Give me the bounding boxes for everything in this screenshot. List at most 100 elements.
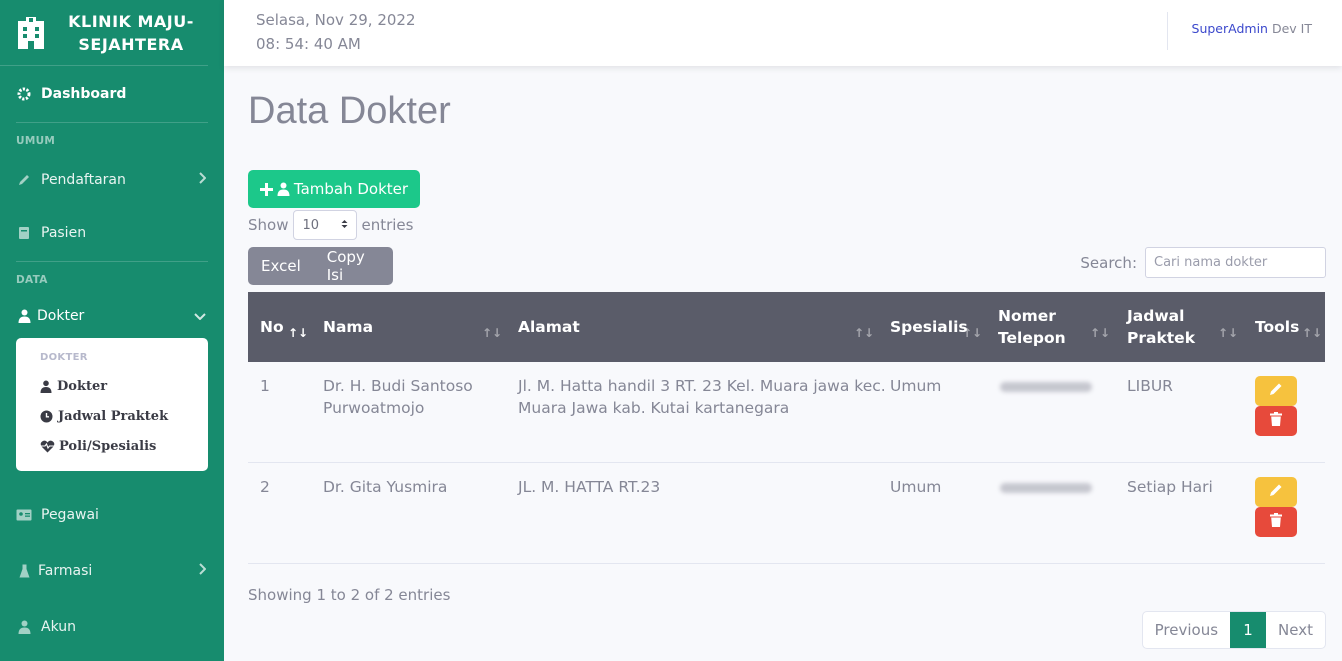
sidebar-item-pegawai[interactable]: Pegawai: [0, 487, 224, 543]
cell-spesialis: Umum: [890, 478, 942, 496]
user-doctor-icon: [16, 308, 32, 324]
clock-icon: [40, 410, 54, 423]
sort-icon: ↑↓: [1090, 326, 1111, 340]
sidebar-item-label: Farmasi: [38, 563, 93, 579]
sort-icon: ↑↓: [482, 326, 503, 340]
cell-telepon-redacted: [1000, 382, 1092, 392]
user-role: SuperAdmin: [1191, 21, 1268, 36]
column-header-telepon[interactable]: Nomer Telepon: [998, 292, 1066, 362]
sidebar-item-pasien[interactable]: Pasien: [0, 205, 224, 261]
trash-icon: [1270, 412, 1282, 430]
hospital-icon: [16, 16, 46, 49]
topbar-divider: [1167, 12, 1168, 50]
brand[interactable]: KLINIK MAJU-SEJAHTERA: [0, 0, 208, 66]
submenu-label: Poli/Spesialis: [59, 438, 157, 454]
delete-button[interactable]: [1255, 507, 1297, 537]
user-icon: [16, 619, 32, 635]
sort-icon: ↑↓: [1302, 326, 1323, 340]
sort-icon: ↑↓: [1218, 326, 1239, 340]
search-input[interactable]: Cari nama dokter: [1145, 247, 1326, 278]
current-date: Selasa, Nov 29, 2022: [256, 11, 416, 29]
cell-telepon-redacted: [1000, 483, 1092, 493]
sidebar-item-label: Dashboard: [41, 86, 127, 102]
sidebar-item-dashboard[interactable]: Dashboard: [0, 66, 224, 122]
column-header-jadwal[interactable]: Jadwal Praktek: [1127, 292, 1195, 362]
delete-button[interactable]: [1255, 406, 1297, 436]
cell-jadwal: LIBUR: [1127, 377, 1173, 395]
pencil-icon: [1269, 483, 1283, 501]
export-button-group: Excel Copy Isi: [248, 247, 393, 285]
column-header-alamat[interactable]: Alamat: [518, 292, 580, 362]
column-header-no[interactable]: No: [260, 292, 284, 362]
flask-icon: [16, 563, 32, 579]
column-header-nama[interactable]: Nama: [323, 292, 373, 362]
cell-no: 1: [260, 377, 270, 395]
entries-label: entries: [361, 216, 414, 234]
id-card-icon: [16, 507, 32, 523]
plus-icon: [259, 182, 273, 196]
column-header-spesialis[interactable]: Spesialis: [890, 292, 968, 362]
pagination: Previous 1 Next: [1141, 611, 1326, 649]
sidebar-heading-data: DATA: [16, 274, 48, 286]
submenu-label: Jadwal Praktek: [58, 408, 169, 424]
heartbeat-icon: [40, 440, 56, 453]
sort-asc-icon: ↑↓: [288, 326, 309, 340]
pencil-icon: [1269, 382, 1283, 400]
chevron-right-icon: [198, 172, 207, 188]
user-menu[interactable]: SuperAdmin Dev IT: [1192, 21, 1312, 36]
excel-button[interactable]: Excel: [248, 257, 314, 275]
search-control: Search: Cari nama dokter: [1080, 247, 1326, 278]
table-row: 2 Dr. Gita Yusmira JL. M. HATTA RT.23 Um…: [248, 463, 1325, 564]
add-doctor-button[interactable]: Tambah Dokter: [248, 170, 420, 208]
sort-icon: ↑↓: [854, 326, 875, 340]
sidebar-item-label: Pegawai: [41, 507, 99, 523]
add-doctor-label: Tambah Dokter: [293, 180, 409, 198]
sidebar-item-label: Pasien: [41, 225, 87, 241]
datetime: Selasa, Nov 29, 2022 08: 54: 40 AM: [256, 8, 416, 56]
next-button[interactable]: Next: [1266, 612, 1325, 648]
submenu-label: Dokter: [57, 378, 108, 394]
brand-name: KLINIK MAJU-SEJAHTERA: [68, 11, 194, 54]
column-header-tools: Tools: [1255, 318, 1300, 336]
user-doctor-icon: [40, 380, 54, 393]
edit-button[interactable]: [1255, 477, 1297, 507]
submenu-item-dokter[interactable]: Dokter: [40, 371, 208, 401]
cell-alamat: Jl. M. Hatta handil 3 RT. 23 Kel. Muara …: [518, 377, 886, 417]
edit-button[interactable]: [1255, 376, 1297, 406]
sidebar-item-pendaftaran[interactable]: Pendaftaran: [0, 155, 224, 205]
previous-button[interactable]: Previous: [1143, 612, 1230, 648]
pencil-icon: [16, 172, 32, 188]
table-header: No ↑↓ Nama ↑↓ Alamat ↑↓ Spesialis ↑↓ Nom…: [248, 292, 1325, 362]
book-icon: [16, 225, 32, 241]
user-doctor-icon: [277, 182, 290, 196]
copy-button[interactable]: Copy Isi: [314, 248, 393, 284]
cell-nama: Dr. H. Budi Santoso Purwoatmojo: [323, 377, 473, 417]
dokter-submenu: DOKTER Dokter Jadwal Praktek Poli/Spesia…: [16, 338, 208, 471]
select-arrows-icon: [341, 218, 348, 233]
sidebar-item-akun[interactable]: Akun: [0, 599, 224, 655]
sidebar-item-farmasi[interactable]: Farmasi: [0, 543, 224, 599]
chevron-down-icon: [194, 308, 206, 324]
sidebar-item-dokter[interactable]: Dokter: [0, 294, 224, 338]
sidebar-heading-umum: UMUM: [16, 135, 56, 147]
topbar: Selasa, Nov 29, 2022 08: 54: 40 AM Super…: [224, 0, 1342, 66]
search-label: Search:: [1080, 253, 1137, 272]
cell-alamat: JL. M. HATTA RT.23: [518, 478, 661, 496]
cell-nama: Dr. Gita Yusmira: [323, 478, 448, 496]
submenu-heading: DOKTER: [40, 352, 88, 363]
page-length-select[interactable]: 10: [293, 210, 358, 240]
trash-icon: [1270, 513, 1282, 531]
cell-spesialis: Umum: [890, 377, 942, 395]
gear-icon: [16, 86, 32, 102]
page-1-button[interactable]: 1: [1230, 612, 1267, 648]
submenu-item-poli-spesialis[interactable]: Poli/Spesialis: [40, 431, 208, 461]
page-length-control: Show 10 entries: [248, 210, 413, 240]
page-title: Data Dokter: [248, 90, 451, 132]
table-info: Showing 1 to 2 of 2 entries: [248, 586, 451, 604]
cell-no: 2: [260, 478, 270, 496]
submenu-item-jadwal-praktek[interactable]: Jadwal Praktek: [40, 401, 208, 431]
page-length-value: 10: [302, 217, 320, 233]
show-label: Show: [248, 216, 289, 234]
sidebar-item-label: Dokter: [37, 308, 85, 324]
sidebar: KLINIK MAJU-SEJAHTERA Dashboard UMUM Pen…: [0, 0, 224, 661]
